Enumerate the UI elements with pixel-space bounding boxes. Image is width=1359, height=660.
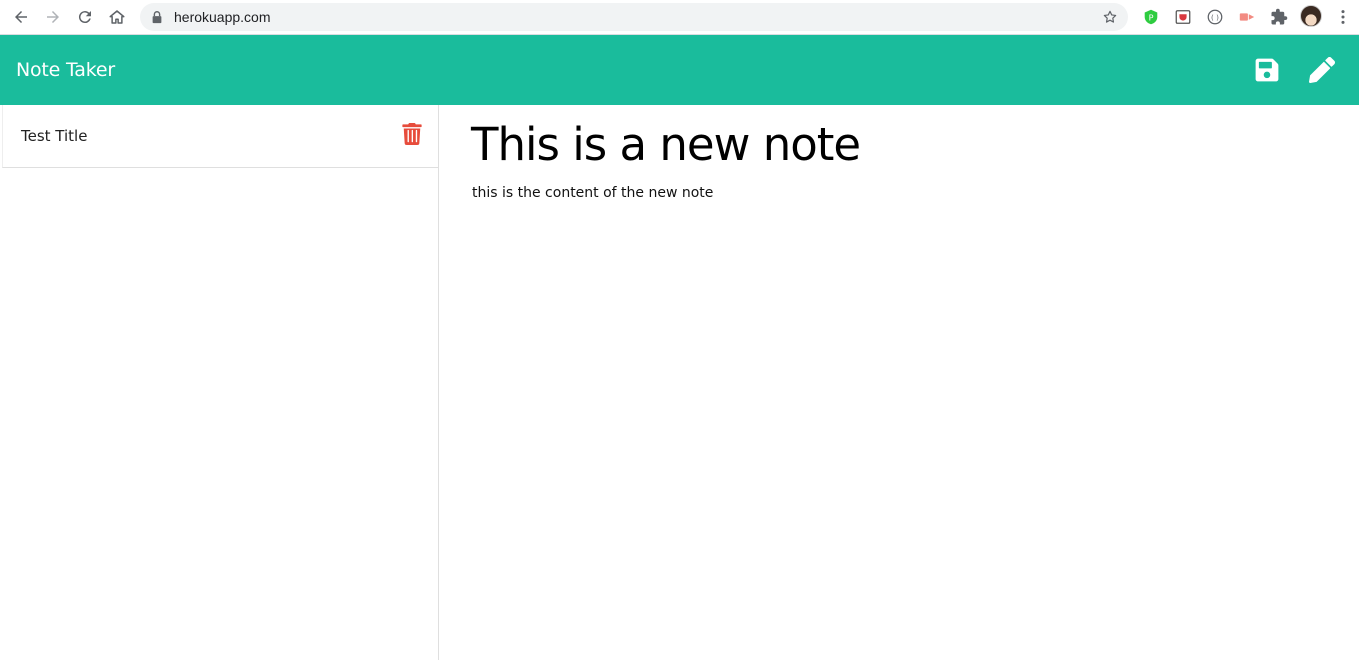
extension-cast-icon[interactable] <box>1237 7 1257 27</box>
note-text-area[interactable]: this is the content of the new note <box>472 185 713 201</box>
save-icon <box>1255 58 1279 82</box>
note-title-input[interactable]: This is a new note <box>471 117 861 173</box>
back-arrow-icon <box>15 11 27 23</box>
note-editor: This is a new note this is the content o… <box>440 105 1359 660</box>
notes-sidebar: Test Title <box>0 105 439 660</box>
bookmark-star-icon[interactable] <box>1102 9 1118 25</box>
forward-button[interactable] <box>40 4 66 30</box>
extension-shield-icon[interactable]: P <box>1141 7 1161 27</box>
address-bar[interactable]: herokuapp.com <box>140 3 1128 31</box>
home-icon <box>109 10 125 24</box>
back-button[interactable] <box>8 4 34 30</box>
forward-arrow-icon <box>47 11 59 23</box>
reload-icon <box>78 11 91 24</box>
reload-button[interactable] <box>72 4 98 30</box>
home-button[interactable] <box>104 4 130 30</box>
app-navbar: Note Taker <box>0 35 1359 105</box>
svg-text:( ): ( ) <box>1211 13 1219 22</box>
save-note-button[interactable] <box>1252 55 1282 85</box>
lock-icon <box>152 11 162 24</box>
trash-icon[interactable] <box>402 123 422 145</box>
app-brand[interactable]: Note Taker <box>16 35 115 105</box>
extensions-puzzle-icon[interactable] <box>1269 7 1289 27</box>
note-list-item[interactable]: Test Title <box>2 105 438 168</box>
note-list-item-title[interactable]: Test Title <box>21 105 87 168</box>
new-note-button[interactable] <box>1307 55 1337 85</box>
svg-text:P: P <box>1149 13 1154 23</box>
extension-pocket-icon[interactable] <box>1173 7 1193 27</box>
browser-menu-icon[interactable] <box>1333 7 1353 27</box>
extension-circle-icon[interactable]: ( ) <box>1205 7 1225 27</box>
url-text: herokuapp.com <box>174 9 271 25</box>
browser-toolbar: herokuapp.com P ( ) <box>0 0 1359 35</box>
pencil-icon <box>1309 57 1335 83</box>
profile-avatar[interactable] <box>1300 5 1322 27</box>
